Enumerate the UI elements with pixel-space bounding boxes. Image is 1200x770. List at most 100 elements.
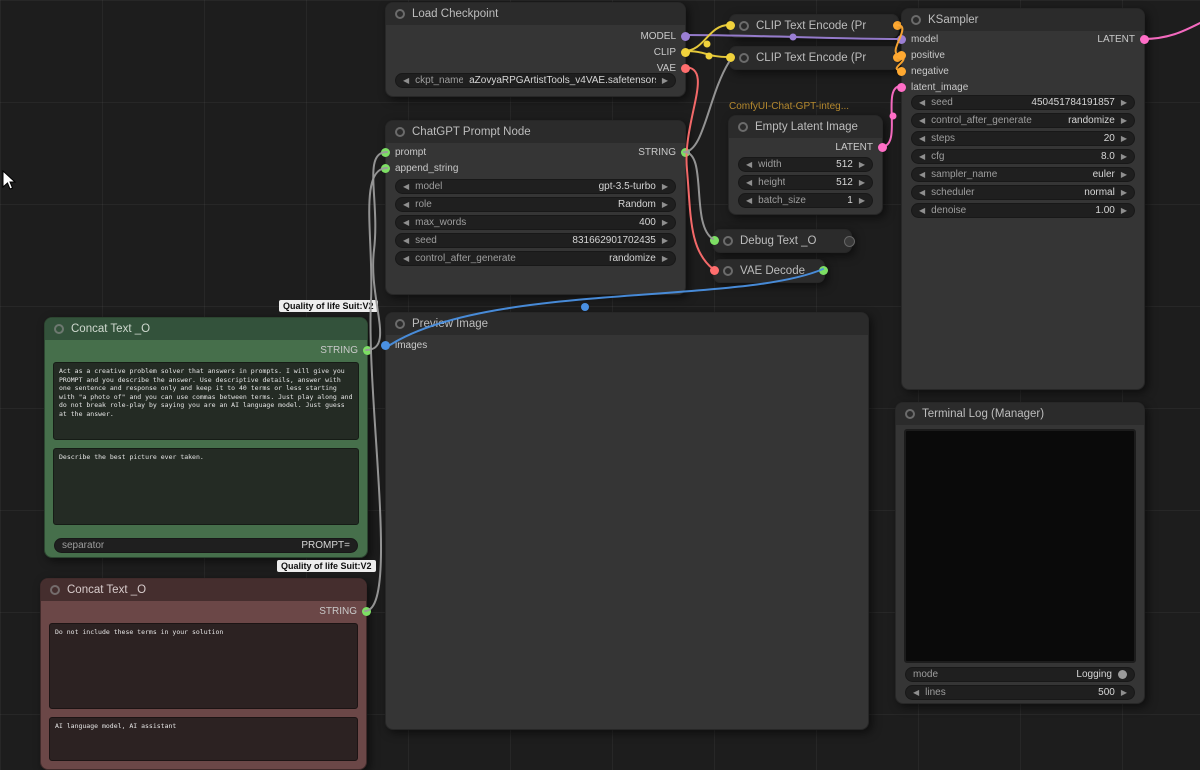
node-titlebar[interactable]: KSampler: [902, 9, 1144, 31]
collapse-toggle-icon[interactable]: [395, 9, 405, 19]
node-titlebar[interactable]: CLIP Text Encode (Pr: [730, 47, 898, 69]
string-slot-dot[interactable]: [381, 164, 390, 173]
collapse-toggle-icon[interactable]: [738, 122, 748, 132]
input-slot-prompt[interactable]: prompt: [381, 146, 426, 159]
output-slot-clip[interactable]: CLIP: [654, 46, 690, 59]
collapse-toggle-icon[interactable]: [739, 21, 749, 31]
image-slot-dot[interactable]: [381, 341, 390, 350]
model-slot-dot[interactable]: [897, 35, 906, 44]
collapse-toggle-icon[interactable]: [54, 324, 64, 334]
widget-max-words[interactable]: ◀ max_words 400 ▶: [395, 215, 676, 230]
prev-arrow-icon[interactable]: ◀: [403, 183, 409, 191]
latent-slot-dot[interactable]: [1140, 35, 1149, 44]
next-arrow-icon[interactable]: ▶: [1121, 207, 1127, 215]
node-titlebar[interactable]: Load Checkpoint: [386, 3, 685, 25]
next-arrow-icon[interactable]: ▶: [859, 179, 865, 187]
widget-height[interactable]: ◀ height 512 ▶: [738, 175, 873, 190]
node-titlebar[interactable]: VAE Decode: [714, 260, 824, 282]
vae-input-dot[interactable]: [710, 266, 719, 275]
clip-input-dot[interactable]: [726, 53, 735, 62]
text-input-2[interactable]: AI language model, AI assistant: [49, 717, 358, 761]
node-titlebar[interactable]: Debug Text _O: [714, 230, 851, 252]
next-arrow-icon[interactable]: ▶: [662, 77, 668, 85]
prev-arrow-icon[interactable]: ◀: [746, 179, 752, 187]
next-arrow-icon[interactable]: ▶: [662, 255, 668, 263]
collapse-toggle-icon[interactable]: [723, 266, 733, 276]
latent-slot-dot[interactable]: [878, 143, 887, 152]
output-slot-string[interactable]: STRING: [320, 344, 372, 357]
prev-arrow-icon[interactable]: ◀: [403, 201, 409, 209]
terminal-output-area[interactable]: [904, 429, 1136, 663]
widget-separator[interactable]: separator PROMPT=: [54, 538, 358, 553]
next-arrow-icon[interactable]: ▶: [1121, 99, 1127, 107]
output-slot-string[interactable]: STRING: [638, 146, 690, 159]
conditioning-slot-dot[interactable]: [897, 51, 906, 60]
widget-seed[interactable]: ◀ seed 831662901702435 ▶: [395, 233, 676, 248]
next-arrow-icon[interactable]: ▶: [1121, 189, 1127, 197]
node-titlebar[interactable]: Concat Text _O: [45, 318, 367, 340]
widget-steps[interactable]: ◀ steps 20 ▶: [911, 131, 1135, 146]
next-arrow-icon[interactable]: ▶: [1121, 135, 1127, 143]
prev-arrow-icon[interactable]: ◀: [746, 161, 752, 169]
image-output-dot[interactable]: [819, 266, 828, 275]
model-slot-dot[interactable]: [681, 32, 690, 41]
collapse-toggle-icon[interactable]: [395, 127, 405, 137]
widget-seed[interactable]: ◀ seed 450451784191857 ▶: [911, 95, 1135, 110]
string-slot-dot[interactable]: [381, 148, 390, 157]
widget-control-after-generate[interactable]: ◀ control_after_generate randomize ▶: [911, 113, 1135, 128]
prev-arrow-icon[interactable]: ◀: [913, 689, 919, 697]
output-slot-model[interactable]: MODEL: [640, 30, 690, 43]
clip-slot-dot[interactable]: [681, 48, 690, 57]
collapse-toggle-icon[interactable]: [739, 53, 749, 63]
widget-denoise[interactable]: ◀ denoise 1.00 ▶: [911, 203, 1135, 218]
output-slot-latent[interactable]: LATENT: [1097, 33, 1149, 46]
string-slot-dot[interactable]: [363, 346, 372, 355]
input-slot-latent-image[interactable]: latent_image: [897, 81, 968, 94]
node-titlebar[interactable]: CLIP Text Encode (Pr: [730, 15, 898, 37]
widget-lines[interactable]: ◀ lines 500 ▶: [905, 685, 1135, 700]
text-input-1[interactable]: Do not include these terms in your solut…: [49, 623, 358, 709]
output-slot-latent[interactable]: LATENT: [835, 141, 887, 154]
string-slot-dot[interactable]: [681, 148, 690, 157]
collapse-toggle-icon[interactable]: [723, 236, 733, 246]
prev-arrow-icon[interactable]: ◀: [403, 255, 409, 263]
prev-arrow-icon[interactable]: ◀: [403, 77, 409, 85]
next-arrow-icon[interactable]: ▶: [1121, 153, 1127, 161]
next-arrow-icon[interactable]: ▶: [662, 183, 668, 191]
widget-sampler-name[interactable]: ◀ sampler_name euler ▶: [911, 167, 1135, 182]
input-slot-images[interactable]: images: [381, 339, 427, 352]
node-titlebar[interactable]: Concat Text _O: [41, 579, 366, 601]
widget-control-after-generate[interactable]: ◀ control_after_generate randomize ▶: [395, 251, 676, 266]
prev-arrow-icon[interactable]: ◀: [919, 117, 925, 125]
output-slot-string[interactable]: STRING: [319, 605, 371, 618]
next-arrow-icon[interactable]: ▶: [1121, 117, 1127, 125]
output-dot[interactable]: [844, 236, 855, 247]
collapse-toggle-icon[interactable]: [50, 585, 60, 595]
prev-arrow-icon[interactable]: ◀: [919, 153, 925, 161]
conditioning-slot-dot[interactable]: [897, 67, 906, 76]
clip-input-dot[interactable]: [726, 21, 735, 30]
text-input-1[interactable]: Act as a creative problem solver that an…: [53, 362, 359, 440]
next-arrow-icon[interactable]: ▶: [662, 237, 668, 245]
string-slot-dot[interactable]: [362, 607, 371, 616]
input-slot-append-string[interactable]: append_string: [381, 162, 458, 175]
next-arrow-icon[interactable]: ▶: [662, 201, 668, 209]
widget-scheduler[interactable]: ◀ scheduler normal ▶: [911, 185, 1135, 200]
prev-arrow-icon[interactable]: ◀: [919, 135, 925, 143]
next-arrow-icon[interactable]: ▶: [662, 219, 668, 227]
input-slot-negative[interactable]: negative: [897, 65, 949, 78]
prev-arrow-icon[interactable]: ◀: [919, 189, 925, 197]
node-titlebar[interactable]: Terminal Log (Manager): [896, 403, 1144, 425]
node-titlebar[interactable]: ChatGPT Prompt Node: [386, 121, 685, 143]
node-titlebar[interactable]: Empty Latent Image: [729, 116, 882, 138]
prev-arrow-icon[interactable]: ◀: [403, 237, 409, 245]
widget-role[interactable]: ◀ role Random ▶: [395, 197, 676, 212]
prev-arrow-icon[interactable]: ◀: [919, 171, 925, 179]
string-input-dot[interactable]: [710, 236, 719, 245]
node-titlebar[interactable]: Preview Image: [386, 313, 868, 335]
widget-ckpt-name[interactable]: ◀ ckpt_name aZovyaRPGArtistTools_v4VAE.s…: [395, 73, 676, 88]
widget-cfg[interactable]: ◀ cfg 8.0 ▶: [911, 149, 1135, 164]
widget-mode[interactable]: mode Logging: [905, 667, 1135, 682]
prev-arrow-icon[interactable]: ◀: [403, 219, 409, 227]
collapse-toggle-icon[interactable]: [395, 319, 405, 329]
